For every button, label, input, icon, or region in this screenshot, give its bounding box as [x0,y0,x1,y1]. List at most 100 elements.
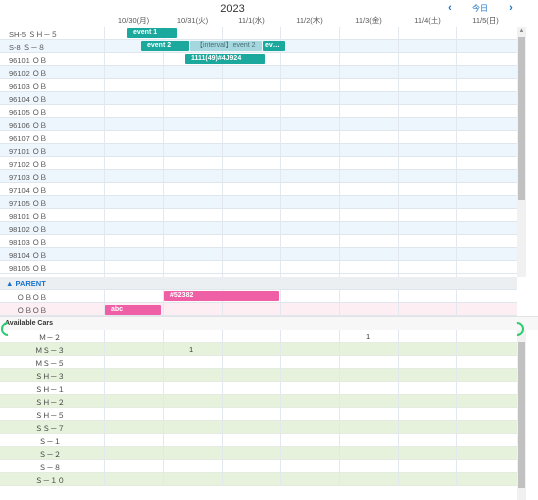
resource-row[interactable]: 98101 ＯＢ [0,209,517,222]
year-title: 2023 [220,3,245,15]
car-row[interactable]: ＭＳ－３ 1 [0,343,517,356]
car-row[interactable]: ＭＳ－５ [0,356,517,369]
day-divider [280,27,281,277]
resource-label: 97101 ＯＢ [9,147,47,156]
day-divider [456,290,457,316]
car-row[interactable]: Ｓ－１ [0,434,517,447]
resource-label: 98103 ＯＢ [9,238,47,247]
scroll-thumb[interactable] [518,37,525,200]
day-divider [104,27,105,277]
day-divider [456,27,457,277]
car-row[interactable]: ＳＨ－１ [0,382,517,395]
resource-row[interactable]: 96106 ＯＢ [0,118,517,131]
date-col-header: 10/31(火) [176,16,209,25]
resource-row[interactable]: 96102 ＯＢ [0,66,517,79]
resource-label: 96102 ＯＢ [9,69,47,78]
car-row[interactable]: Ｓ－２ [0,447,517,460]
car-label: Ｓ－８ [38,463,62,472]
resource-label: 96107 ＯＢ [9,134,47,143]
resource-label: 97102 ＯＢ [9,160,47,169]
next-button[interactable]: › [505,2,517,14]
car-label: Ｓ－１０ [35,476,65,485]
scroll-thumb[interactable] [518,342,525,488]
car-row[interactable]: ＳＨ－３ [0,369,517,382]
resource-row[interactable]: 96107 ＯＢ [0,131,517,144]
resource-label: 97104 ＯＢ [9,186,47,195]
car-label: ＳＨ－３ [35,372,65,381]
day-divider [222,330,223,486]
date-col-header: 11/3(金) [355,16,382,25]
resource-row[interactable]: 97103 ＯＢ [0,170,517,183]
resource-row[interactable]: 97101 ＯＢ [0,144,517,157]
resource-row[interactable]: 98102 ＯＢ [0,222,517,235]
car-label: ＭＳ－５ [35,359,65,368]
parent-child-row[interactable]: ＯＢＯＢ [0,303,517,316]
resource-label: 96103 ＯＢ [9,82,47,91]
car-count: 1 [366,332,371,341]
resource-label: 98104 ＯＢ [9,251,47,260]
resource-row[interactable]: 96103 ＯＢ [0,79,517,92]
car-label: ＳＨ－２ [35,398,65,407]
event-bar[interactable]: ev… [263,41,285,51]
today-button[interactable]: 今日 [472,3,488,14]
event-bar[interactable]: 【interval】event 2 [190,41,262,51]
date-col-header: 11/1(水) [238,16,265,25]
resource-label: 98102 ＯＢ [9,225,47,234]
resource-label: ＯＢＯＢ [17,293,47,302]
available-cars-header: Available Cars [0,316,538,330]
resource-row[interactable]: 96104 ＯＢ [0,92,517,105]
resource-row[interactable]: SH-5 ＳＨ－５ [0,27,517,40]
resource-label: S-8 Ｓ－８ [9,43,46,52]
date-col-header: 10/30(月) [117,16,150,25]
resource-label: 97103 ＯＢ [9,173,47,182]
day-divider [163,330,164,486]
car-row[interactable]: Ｍ－２ 1 [0,330,517,343]
car-row[interactable]: ＳＨ－２ [0,395,517,408]
date-col-header: 11/2(木) [296,16,323,25]
resource-row[interactable]: 97104 ＯＢ [0,183,517,196]
car-label: ＳＳ－７ [35,424,65,433]
event-bar[interactable]: abc [105,305,161,315]
event-bar[interactable]: event 2 [141,41,189,51]
car-row[interactable]: Ｓ－１０ [0,473,517,486]
car-row[interactable]: ＳＳ－７ [0,421,517,434]
event-bar[interactable]: event 1 [127,28,177,38]
resource-label: 96104 ＯＢ [9,95,47,104]
resource-row[interactable]: 98105 ＯＢ [0,261,517,274]
resource-label: ＯＢＯＢ [17,306,47,315]
car-label: ＭＳ－３ [35,346,65,355]
event-bar[interactable]: 1111(49)#4J924 [185,54,265,64]
day-divider [339,27,340,277]
car-label: ＳＨ－５ [35,411,65,420]
event-bar[interactable]: #52382 [164,291,279,301]
day-divider [398,27,399,277]
cars-scrollbar[interactable] [517,330,526,500]
resource-label: 96106 ＯＢ [9,121,47,130]
car-label: Ｓ－１ [38,437,62,446]
car-label: Ｍ－２ [38,333,62,342]
resource-label: 98105 ＯＢ [9,264,47,273]
resource-label: 98101 ＯＢ [9,212,47,221]
timeline-scrollbar[interactable]: ▲ [517,27,526,277]
resource-row[interactable]: 98103 ＯＢ [0,235,517,248]
car-row[interactable]: ＳＨ－５ [0,408,517,421]
resource-row[interactable]: 97105 ＯＢ [0,196,517,209]
day-divider [222,27,223,277]
resource-row[interactable]: 97102 ＯＢ [0,157,517,170]
day-divider [398,290,399,316]
resource-row[interactable]: 98104 ＯＢ [0,248,517,261]
scroll-up-icon[interactable]: ▲ [517,27,526,35]
day-divider [104,330,105,486]
day-divider [456,330,457,486]
car-row[interactable]: Ｓ－８ [0,460,517,473]
resource-row[interactable]: 96105 ＯＢ [0,105,517,118]
resource-label: 96101 ＯＢ [9,56,47,65]
resource-label: 96105 ＯＢ [9,108,47,117]
prev-button[interactable]: ‹ [444,2,456,14]
day-divider [339,290,340,316]
day-divider [163,27,164,277]
parent-group-header[interactable]: ▲ PARENT [0,277,517,290]
day-divider [398,330,399,486]
parent-group-label: ▲ PARENT [6,279,46,288]
car-count: 1 [189,345,194,354]
